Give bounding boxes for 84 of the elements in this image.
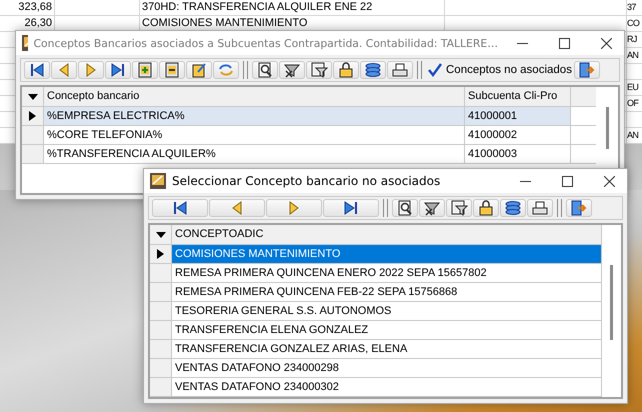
layers-icon — [364, 62, 382, 78]
lock-icon — [477, 200, 495, 216]
remove-record-button[interactable] — [159, 61, 185, 79]
exit-icon — [570, 200, 588, 216]
filter-clear-icon — [423, 200, 441, 216]
table-cell: 41000001 — [465, 107, 571, 125]
close-icon — [600, 38, 612, 48]
printer-button[interactable] — [387, 61, 413, 79]
sheet-cell: 370HD: TRANSFERENCIA ALQUILER ENE 22 — [140, 0, 445, 15]
table-row[interactable]: %EMPRESA ELECTRICA% 41000001 — [22, 107, 596, 126]
edit-button[interactable] — [186, 61, 212, 79]
filter-button[interactable] — [446, 199, 472, 217]
scrollbar-thumb[interactable] — [610, 265, 613, 340]
filter-button[interactable] — [306, 61, 332, 79]
filter-clear-button[interactable] — [419, 199, 445, 217]
add-record-button[interactable] — [132, 61, 158, 79]
sheet-cell-text: EU — [627, 81, 638, 94]
sheet-cell-text: OF — [627, 97, 638, 110]
first-record-icon — [28, 62, 46, 78]
last-record-icon — [342, 200, 360, 216]
sheet-cell-text: CO — [627, 17, 640, 30]
table-row[interactable]: %TRANSFERENCIA ALQUILER% 41000003 — [22, 145, 596, 164]
table-cell: %EMPRESA ELECTRICA% — [44, 107, 465, 125]
last-record-button[interactable] — [105, 61, 131, 79]
window-title: Conceptos Bancarios asociados a Subcuentas Contrapartida. Contabilidad: TALLERE… — [34, 36, 498, 50]
row-pointer-icon — [29, 111, 36, 121]
left-triangle-button[interactable] — [209, 199, 265, 217]
close-icon — [604, 176, 614, 186]
edit-icon — [190, 62, 208, 78]
first-record-button[interactable] — [152, 199, 208, 217]
scrollbar-thumb[interactable] — [606, 107, 608, 149]
search-button[interactable] — [252, 61, 278, 79]
exit-button[interactable] — [574, 61, 600, 79]
filter-clear-icon — [283, 62, 301, 78]
search-icon — [256, 62, 274, 78]
sheet-cell-text: RJ — [627, 33, 637, 46]
printer-icon — [391, 62, 409, 78]
column-header[interactable]: Concepto bancario — [44, 87, 465, 106]
filter-clear-button[interactable] — [279, 61, 305, 79]
refresh-icon — [217, 62, 235, 78]
column-header[interactable]: Subcuenta Cli-Pro — [465, 87, 571, 106]
lock-icon — [337, 62, 355, 78]
sheet-cell: 323,68 — [0, 0, 55, 15]
layers-icon — [504, 200, 522, 216]
last-record-icon — [109, 62, 127, 78]
remove-record-icon — [163, 62, 181, 78]
filter-icon — [450, 200, 468, 216]
maximize-icon — [558, 38, 570, 48]
first-record-button[interactable] — [24, 61, 50, 79]
table-cell: 41000003 — [465, 145, 571, 163]
unassociated-concepts-button[interactable]: Conceptos no asociados — [426, 61, 573, 79]
table-cell: %TRANSFERENCIA ALQUILER% — [44, 145, 465, 163]
search-button[interactable] — [392, 199, 418, 217]
sheet-cell-text: AN — [627, 49, 638, 62]
search-icon — [396, 200, 414, 216]
printer-icon — [531, 200, 549, 216]
sheet-cell-text: AN — [627, 129, 638, 142]
add-record-icon — [136, 62, 154, 78]
printer-button[interactable] — [527, 199, 553, 217]
right-triangle-button[interactable] — [78, 61, 104, 79]
exit-button[interactable] — [566, 199, 592, 217]
sheet-cell-text: 37 — [627, 1, 636, 14]
last-record-button[interactable] — [323, 199, 379, 217]
maximize-icon — [562, 176, 572, 186]
table-cell: 41000002 — [465, 126, 571, 144]
first-record-icon — [171, 200, 189, 216]
refresh-button[interactable] — [213, 61, 239, 79]
window-title: Seleccionar Concepto bancario no asociados — [172, 174, 442, 188]
layers-button[interactable] — [500, 199, 526, 217]
lock-button[interactable] — [473, 199, 499, 217]
table-row[interactable]: %CORE TELEFONIA% 41000002 — [22, 126, 596, 145]
lock-button[interactable] — [333, 61, 359, 79]
table-cell: %CORE TELEFONIA% — [44, 126, 465, 144]
minimize-icon — [516, 42, 528, 44]
app-icon — [22, 35, 28, 51]
exit-icon — [578, 62, 596, 78]
app-icon — [150, 173, 166, 189]
filter-icon — [310, 62, 328, 78]
right-triangle-button[interactable] — [266, 199, 322, 217]
check-icon — [427, 62, 443, 78]
row-pointer-icon — [157, 249, 164, 259]
minimize-icon — [520, 180, 530, 182]
layers-button[interactable] — [360, 61, 386, 79]
left-triangle-button[interactable] — [51, 61, 77, 79]
